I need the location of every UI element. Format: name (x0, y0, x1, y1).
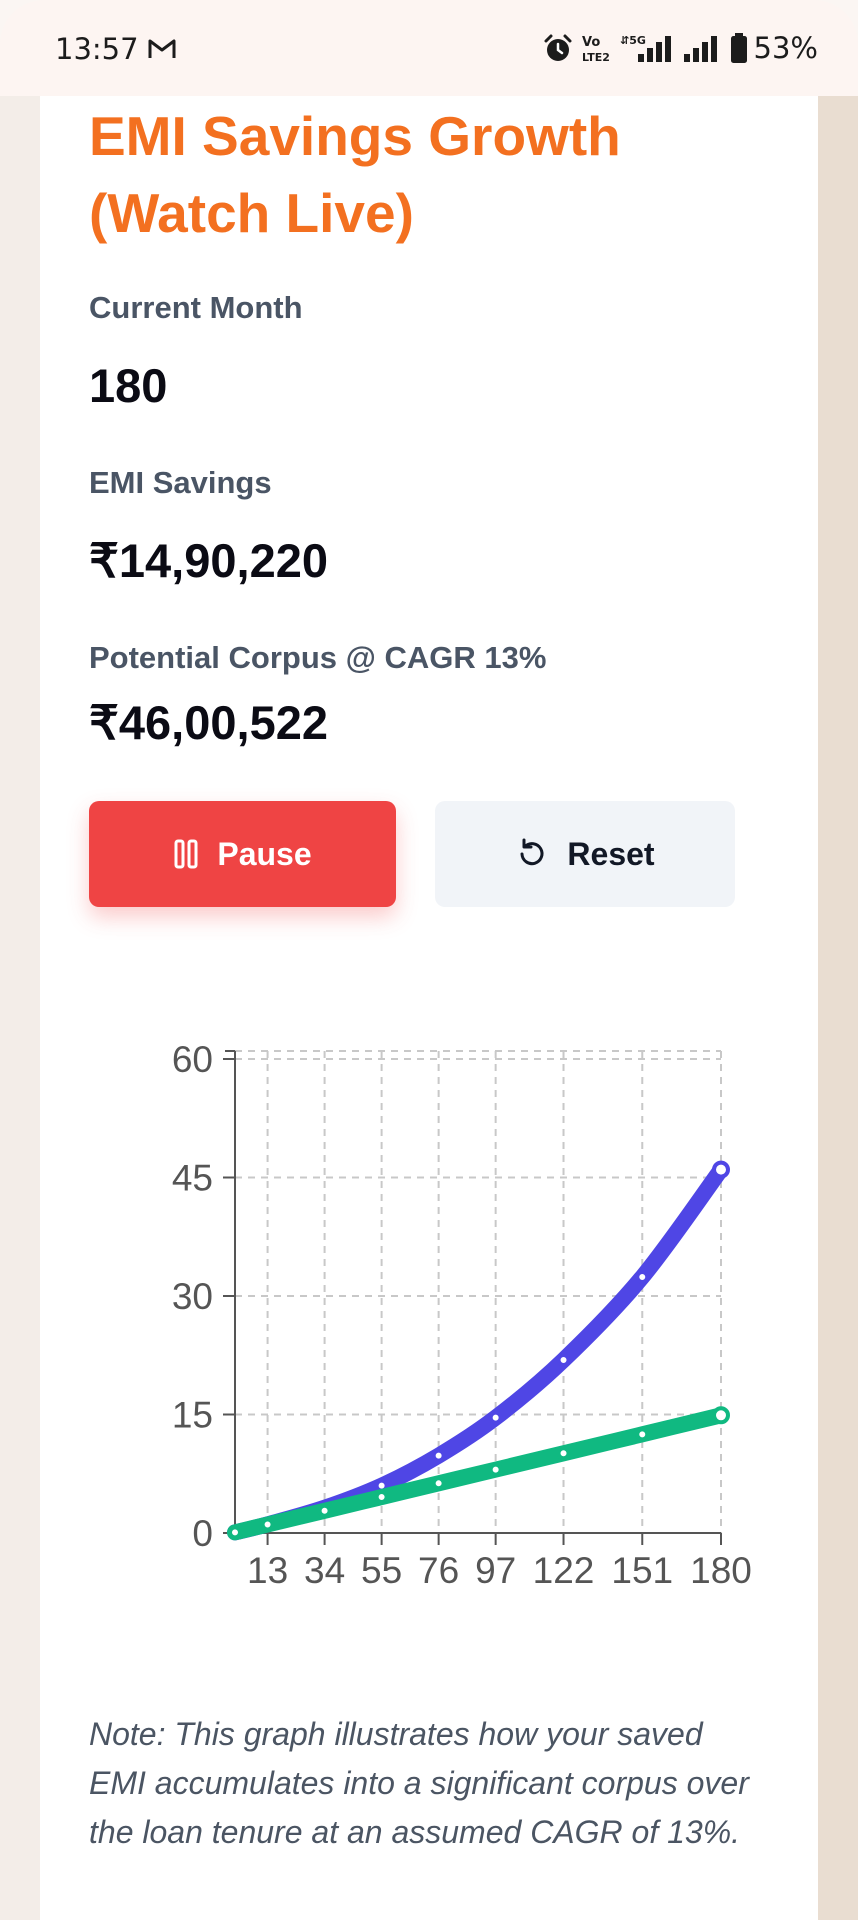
y-tick-label: 30 (172, 1276, 213, 1317)
reset-icon (520, 838, 544, 866)
corpus-point (712, 1160, 730, 1179)
current-month-label: Current Month (89, 290, 303, 325)
y-tick-label: 15 (172, 1395, 213, 1436)
chart-grid (235, 1050, 722, 1533)
x-tick-label: 151 (611, 1550, 673, 1591)
current-month-value: 180 (89, 359, 168, 412)
savings-point (260, 1517, 275, 1532)
y-tick-label: 60 (172, 1039, 213, 1080)
x-tick-label: 13 (247, 1550, 288, 1591)
alarm-icon (544, 34, 572, 61)
savings-point (228, 1525, 242, 1540)
page-background-left (0, 96, 40, 1920)
svg-text:Vo: Vo (582, 35, 600, 50)
battery-percentage: 53% (753, 31, 818, 65)
potential-corpus-label: Potential Corpus @ CAGR 13% (89, 640, 547, 675)
potential-corpus-value: ₹46,00,522 (89, 696, 328, 749)
savings-point (374, 1490, 389, 1505)
corpus-point (635, 1270, 650, 1285)
savings-point (431, 1476, 446, 1491)
page-background-right (818, 96, 858, 1920)
x-tick-label: 122 (533, 1550, 595, 1591)
corpus-point (556, 1352, 571, 1367)
pause-button[interactable]: Pause (89, 801, 396, 907)
savings-point (712, 1406, 730, 1425)
savings-point (317, 1503, 332, 1518)
status-icons: Vo LTE2 ⇵5G 53% (542, 28, 818, 68)
status-bar: 13:57 Vo LTE2 ⇵5G 53% (0, 0, 858, 96)
chart-series (227, 1160, 730, 1541)
growth-chart: 0 15 30 45 60 13 34 55 76 97 122 151 180 (172, 1039, 752, 1591)
savings-point (556, 1446, 571, 1461)
status-time: 13:57 (55, 32, 139, 66)
reset-button-label: Reset (567, 835, 655, 872)
y-tick-label: 45 (172, 1158, 213, 1199)
emi-savings-value: ₹14,90,220 (89, 534, 328, 587)
y-tick-label: 0 (192, 1513, 213, 1554)
reset-button[interactable]: Reset (435, 801, 735, 907)
savings-point (635, 1427, 650, 1442)
chart-note: Note: This graph illustrates how your sa… (89, 1716, 749, 1850)
x-tick-label: 76 (418, 1550, 459, 1591)
x-tick-label: 55 (361, 1550, 402, 1591)
savings-point (488, 1462, 503, 1477)
gmail-icon (148, 39, 176, 58)
svg-text:LTE2: LTE2 (582, 51, 610, 64)
battery-icon (730, 33, 747, 63)
signal-5g-icon: ⇵5G (620, 34, 671, 62)
signal-icon (683, 36, 717, 62)
pause-button-label: Pause (217, 835, 312, 872)
corpus-point (431, 1448, 446, 1463)
corpus-point (488, 1410, 503, 1425)
emi-savings-label: EMI Savings (89, 465, 272, 500)
emi-savings-card: EMI Savings Growth (Watch Live) Current … (40, 96, 818, 1920)
x-tick-label: 180 (690, 1550, 752, 1591)
pause-icon (174, 839, 198, 869)
x-tick-label: 34 (304, 1550, 345, 1591)
chart-tick-labels: 0 15 30 45 60 13 34 55 76 97 122 151 180 (172, 1039, 752, 1591)
x-tick-label: 97 (475, 1550, 516, 1591)
card-title: EMI Savings Growth (Watch Live) (89, 105, 621, 244)
svg-text:⇵5G: ⇵5G (620, 34, 646, 47)
volte-icon: Vo LTE2 (582, 35, 610, 64)
